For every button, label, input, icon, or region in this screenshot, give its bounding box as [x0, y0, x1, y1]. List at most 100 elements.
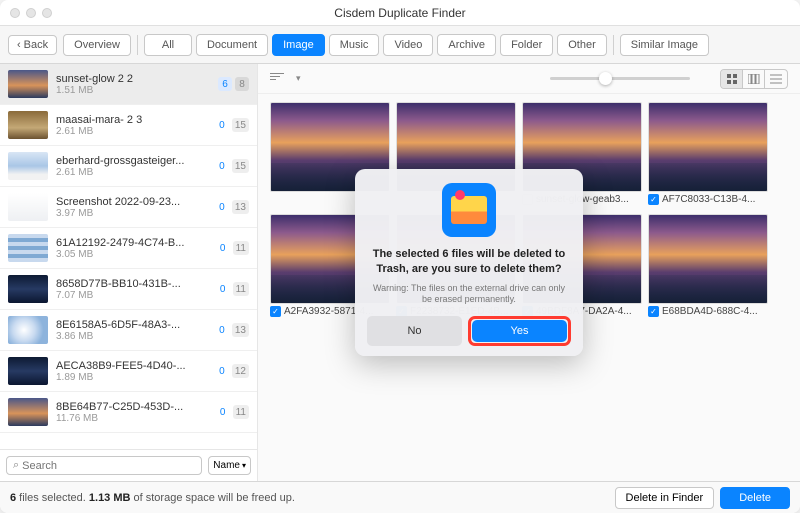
item-label-row: ✓ AF7C8033-C13B-4... — [648, 194, 768, 205]
traffic-lights — [10, 8, 52, 18]
list-item[interactable]: 61A12192-2479-4C74-B... 3.05 MB 0 11 — [0, 228, 257, 269]
tab-image[interactable]: Image — [272, 34, 325, 56]
search-field[interactable] — [22, 460, 195, 472]
grid-item[interactable]: ✓ E68BDA4D-688C-4... — [648, 214, 768, 317]
no-button[interactable]: No — [367, 316, 462, 346]
item-counts: 6 8 — [218, 77, 249, 91]
total-count-badge: 11 — [233, 241, 249, 255]
selected-count-badge: 0 — [215, 159, 229, 173]
item-size: 7.07 MB — [56, 290, 208, 301]
item-name: eberhard-grossgasteiger... — [56, 155, 207, 167]
selected-count-badge: 0 — [216, 405, 230, 419]
delete-button[interactable]: Delete — [720, 487, 790, 509]
list-item[interactable]: 8E6158A5-6D5F-48A3-... 3.86 MB 0 13 — [0, 310, 257, 351]
list-item[interactable]: maasai-mara- 2 3 2.61 MB 0 15 — [0, 105, 257, 146]
list-item[interactable]: 8658D77B-BB10-431B-... 7.07 MB 0 11 — [0, 269, 257, 310]
search-input[interactable]: ⌕ — [6, 456, 202, 475]
list-view-icon[interactable] — [765, 70, 787, 88]
dialog-buttons: No Yes — [367, 316, 571, 346]
item-size: 3.97 MB — [56, 208, 207, 219]
item-counts: 0 11 — [216, 405, 249, 419]
similar-image-button[interactable]: Similar Image — [620, 34, 709, 56]
total-count-badge: 13 — [232, 200, 249, 214]
item-name: 61A12192-2479-4C74-B... — [56, 237, 208, 249]
close-window-icon[interactable] — [10, 8, 20, 18]
back-button[interactable]: ‹ Back — [8, 35, 57, 55]
list-item[interactable]: Screenshot 2022-09-23... 3.97 MB 0 13 — [0, 187, 257, 228]
grid-view-icon[interactable] — [721, 70, 743, 88]
list-item[interactable]: sunset-glow 2 2 1.51 MB 6 8 — [0, 64, 257, 105]
checkbox[interactable]: ✓ — [648, 306, 659, 317]
status-text: 6 files selected. 1.13 MB of storage spa… — [10, 492, 295, 504]
selected-count-badge: 0 — [215, 200, 229, 214]
search-icon: ⌕ — [13, 459, 19, 472]
image-icon — [451, 196, 487, 224]
selected-count-badge: 0 — [215, 118, 229, 132]
item-info: sunset-glow 2 2 1.51 MB — [56, 73, 210, 96]
grid-item[interactable]: ✓ AF7C8033-C13B-4... — [648, 102, 768, 208]
item-counts: 0 13 — [215, 323, 249, 337]
list-item[interactable]: 8BE64B77-C25D-453D-... 11.76 MB 0 11 — [0, 392, 257, 433]
item-size: 1.89 MB — [56, 372, 207, 383]
tab-all[interactable]: All — [144, 34, 192, 56]
thumbnail-icon — [8, 70, 48, 98]
overview-button[interactable]: Overview — [63, 34, 131, 56]
thumbnail-size-slider[interactable] — [550, 77, 690, 80]
thumbnail[interactable] — [648, 214, 768, 304]
tab-other[interactable]: Other — [557, 34, 607, 56]
chevron-down-icon: ▾ — [242, 461, 246, 470]
list-item[interactable]: AECA38B9-FEE5-4D40-... 1.89 MB 0 12 — [0, 351, 257, 392]
separator — [613, 35, 614, 55]
separator — [137, 35, 138, 55]
item-name: AECA38B9-FEE5-4D40-... — [56, 360, 207, 372]
thumbnail[interactable] — [648, 102, 768, 192]
column-view-icon[interactable] — [743, 70, 765, 88]
item-counts: 0 11 — [216, 282, 249, 296]
delete-in-finder-button[interactable]: Delete in Finder — [615, 487, 715, 509]
thumbnail-icon — [8, 316, 48, 344]
view-mode-toggle — [720, 69, 788, 89]
status-bar: 6 files selected. 1.13 MB of storage spa… — [0, 481, 800, 513]
tab-archive[interactable]: Archive — [437, 34, 496, 56]
selected-count-badge: 0 — [215, 323, 229, 337]
app-window: Cisdem Duplicate Finder ‹ Back Overview … — [0, 0, 800, 513]
thumbnail-icon — [8, 111, 48, 139]
total-count-badge: 13 — [232, 323, 249, 337]
checkbox[interactable]: ✓ — [270, 306, 281, 317]
item-info: AECA38B9-FEE5-4D40-... 1.89 MB — [56, 360, 207, 383]
total-count-badge: 11 — [233, 282, 249, 296]
item-size: 3.86 MB — [56, 331, 207, 342]
item-info: 61A12192-2479-4C74-B... 3.05 MB — [56, 237, 208, 260]
tab-document[interactable]: Document — [196, 34, 268, 56]
item-size: 3.05 MB — [56, 249, 208, 260]
dialog-app-icon — [442, 183, 496, 237]
tab-video[interactable]: Video — [383, 34, 433, 56]
minimize-window-icon[interactable] — [26, 8, 36, 18]
tab-folder[interactable]: Folder — [500, 34, 553, 56]
sort-select[interactable]: Name ▾ — [208, 456, 251, 475]
tab-music[interactable]: Music — [329, 34, 380, 56]
list-item[interactable]: eberhard-grossgasteiger... 2.61 MB 0 15 — [0, 146, 257, 187]
titlebar: Cisdem Duplicate Finder — [0, 0, 800, 26]
dialog-warning: Warning: The files on the external drive… — [367, 283, 571, 306]
slider-knob[interactable] — [599, 72, 612, 85]
item-counts: 0 13 — [215, 200, 249, 214]
item-label-row: ✓ E68BDA4D-688C-4... — [648, 306, 768, 317]
thumbnail-icon — [8, 193, 48, 221]
filter-icon[interactable] — [270, 73, 286, 85]
total-count-badge: 11 — [233, 405, 249, 419]
item-info: 8658D77B-BB10-431B-... 7.07 MB — [56, 278, 208, 301]
maximize-window-icon[interactable] — [42, 8, 52, 18]
item-size: 2.61 MB — [56, 167, 207, 178]
item-counts: 0 12 — [215, 364, 249, 378]
thumbnail-icon — [8, 357, 48, 385]
checkbox[interactable]: ✓ — [648, 194, 659, 205]
chevron-down-icon[interactable]: ▾ — [296, 73, 301, 84]
item-filename: AF7C8033-C13B-4... — [662, 194, 755, 205]
item-name: 8BE64B77-C25D-453D-... — [56, 401, 208, 413]
item-info: Screenshot 2022-09-23... 3.97 MB — [56, 196, 207, 219]
item-name: sunset-glow 2 2 — [56, 73, 210, 85]
thumbnail-icon — [8, 398, 48, 426]
back-label: Back — [24, 39, 48, 51]
yes-button[interactable]: Yes — [472, 320, 567, 342]
